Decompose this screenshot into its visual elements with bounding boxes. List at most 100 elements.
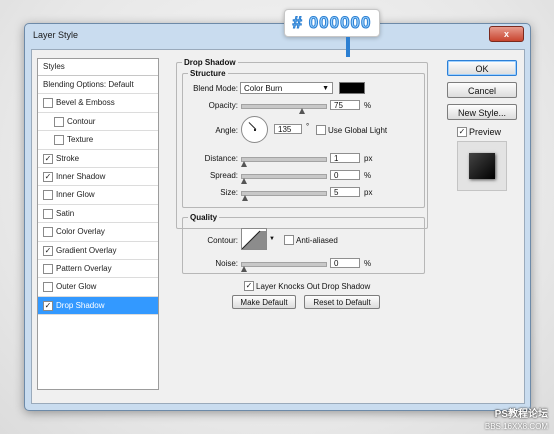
anti-aliased-label: Anti-aliased [296,236,338,245]
spread-field[interactable]: 0 [330,170,360,180]
size-label: Size: [220,188,238,197]
styles-item-label: Inner Glow [56,190,95,200]
distance-slider-thumb[interactable] [241,161,247,167]
opacity-slider-thumb[interactable] [299,108,305,114]
styles-item[interactable]: ✓ Stroke [38,150,158,168]
styles-item-checkbox[interactable]: ✓ [43,245,53,256]
styles-item[interactable]: Inner Glow [38,186,158,205]
knockout-label: Layer Knocks Out Drop Shadow [256,282,371,291]
contour-picker[interactable] [241,228,267,250]
distance-slider[interactable] [241,157,327,162]
styles-item[interactable]: ✓ Inner Shadow [38,168,158,187]
distance-label: Distance: [204,154,238,163]
styles-item[interactable]: Contour [38,113,158,132]
styles-item[interactable]: ✓ Drop Shadow [38,296,158,316]
noise-field[interactable]: 0 [330,258,360,268]
styles-item-label: Stroke [56,153,80,163]
styles-item-label: Contour [67,116,96,126]
distance-field[interactable]: 1 [330,153,360,163]
blend-mode-value: Color Burn [244,84,283,93]
styles-item[interactable]: Pattern Overlay [38,260,158,279]
contour-dropdown-arrow-icon[interactable]: ▼ [269,236,275,242]
callout-pointer [346,37,350,57]
contour-label: Contour: [207,236,238,245]
spread-label: Spread: [209,171,238,180]
opacity-slider[interactable] [241,104,327,109]
preview-thumbnail [457,141,507,191]
styles-item-checkbox[interactable] [43,98,53,109]
styles-item-label: Satin [56,208,75,218]
noise-slider[interactable] [241,262,327,267]
styles-item-checkbox[interactable] [54,116,64,127]
styles-item-checkbox[interactable] [43,282,53,293]
size-slider-thumb[interactable] [242,195,248,201]
use-global-light-checkbox[interactable] [316,125,326,135]
styles-header: Styles [38,59,158,76]
styles-item[interactable]: Texture [38,131,158,150]
styles-item[interactable]: Color Overlay [38,223,158,242]
styles-list: Styles Blending Options: Default Bevel & … [37,58,159,390]
noise-unit: % [364,259,372,268]
styles-item-checkbox[interactable] [54,135,64,146]
styles-item-checkbox[interactable] [43,190,53,201]
styles-item-checkbox[interactable] [43,227,53,238]
opacity-label: Opacity: [208,101,238,110]
distance-unit: px [364,154,373,163]
anti-aliased-checkbox[interactable] [284,235,294,245]
window-title: Layer Style [33,30,79,40]
styles-item-checkbox[interactable]: ✓ [43,153,53,164]
close-button[interactable]: x [489,26,524,42]
contour-preview-icon [242,230,266,249]
size-field[interactable]: 5 [330,187,360,197]
blend-mode-label: Blend Mode: [193,84,238,93]
shadow-color-swatch[interactable] [339,82,365,94]
new-style-button[interactable]: New Style... [447,104,517,120]
angle-unit: ° [306,122,310,131]
styles-item-label: Drop Shadow [56,300,105,310]
color-hex-callout: # 000000 [284,9,380,37]
cancel-button[interactable]: Cancel [447,82,517,98]
noise-slider-thumb[interactable] [241,266,247,272]
styles-item-label: Color Overlay [56,227,105,237]
spread-unit: % [364,171,372,180]
styles-item-label: Inner Shadow [56,171,106,181]
styles-item-checkbox[interactable] [43,208,53,219]
preview-swatch [469,153,495,179]
watermark-text: PS教程论坛 [494,409,548,420]
styles-item-label: Pattern Overlay [56,263,112,273]
styles-item[interactable]: Satin [38,205,158,224]
angle-dial[interactable] [241,116,268,143]
reset-to-default-button[interactable]: Reset to Default [304,295,380,309]
preview-label: Preview [469,127,502,137]
styles-item[interactable]: Blending Options: Default [38,76,158,95]
watermark-url: BBS.16XX8.COM [484,422,548,431]
styles-item-checkbox[interactable]: ✓ [43,300,53,311]
spread-slider[interactable] [241,174,327,179]
drop-shadow-title: Drop Shadow [182,58,238,67]
angle-field[interactable]: 135 [274,124,302,134]
size-unit: px [364,188,373,197]
styles-item[interactable]: Outer Glow [38,278,158,297]
size-slider[interactable] [241,191,327,196]
spread-slider-thumb[interactable] [241,178,247,184]
blend-mode-select[interactable]: Color Burn ▼ [240,82,333,94]
styles-item[interactable]: ✓ Gradient Overlay [38,242,158,260]
layer-style-dialog: Layer Style x Styles Blending Options: D… [24,23,531,411]
styles-item-label: Bevel & Emboss [56,98,115,108]
make-default-button[interactable]: Make Default [232,295,296,309]
dialog-body: Styles Blending Options: Default Bevel & … [31,49,525,404]
styles-item-checkbox[interactable] [43,263,53,274]
quality-title: Quality [188,213,220,222]
noise-label: Noise: [215,259,238,268]
ok-button[interactable]: OK [447,60,517,76]
styles-item-label: Outer Glow [56,282,97,292]
styles-item[interactable]: Bevel & Emboss [38,94,158,113]
chevron-down-icon: ▼ [322,85,329,92]
styles-item-label: Blending Options: Default [43,80,134,89]
styles-item-checkbox[interactable]: ✓ [43,171,53,182]
preview-checkbox[interactable]: ✓ [457,127,467,137]
opacity-field[interactable]: 75 [330,100,360,110]
knockout-checkbox[interactable]: ✓ [244,281,254,291]
styles-item-label: Texture [67,135,94,145]
opacity-unit: % [364,101,372,110]
